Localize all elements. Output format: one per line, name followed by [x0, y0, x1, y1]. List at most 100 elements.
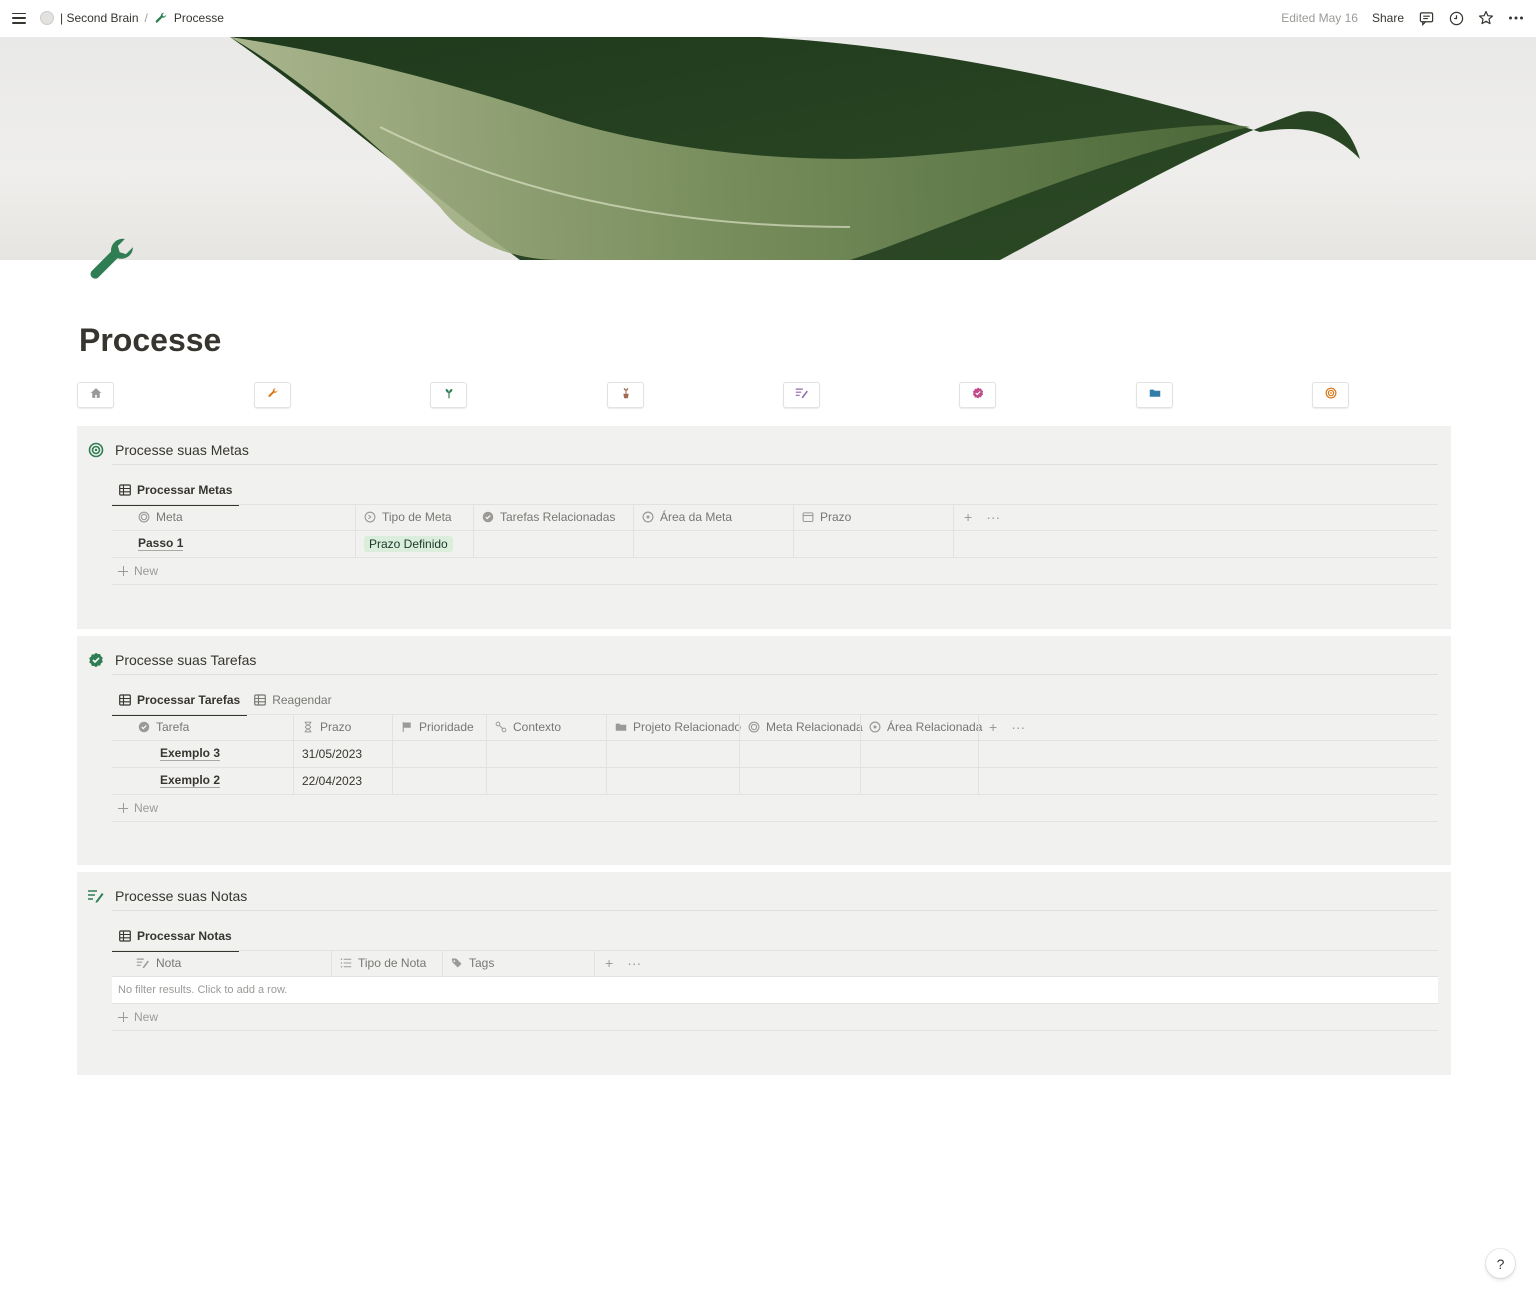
row-title[interactable]: Exemplo 3	[160, 747, 221, 761]
breadcrumb-workspace[interactable]: | Second Brain	[60, 11, 139, 25]
column-header-contexto[interactable]: Contexto	[486, 714, 606, 740]
column-header-meta-relacionada[interactable]: Meta Relacionada	[739, 714, 863, 740]
more-icon[interactable]: ···	[986, 509, 1000, 525]
add-column-icon[interactable]: +	[989, 719, 997, 735]
new-row-button[interactable]: New	[112, 1004, 158, 1030]
new-row-button[interactable]: New	[112, 795, 158, 821]
check-badge-icon	[138, 721, 150, 733]
notes-icon	[136, 957, 150, 969]
more-icon[interactable]: ···	[1011, 719, 1025, 735]
help-button[interactable]: ?	[1486, 1249, 1515, 1278]
tab-processar-metas[interactable]: Processar Metas	[112, 476, 240, 506]
folder-icon	[615, 721, 627, 733]
column-header-prazo[interactable]: Prazo	[293, 714, 392, 740]
table-row[interactable]: Exemplo 3 31/05/2023	[112, 741, 1438, 767]
add-column-icon[interactable]: +	[964, 509, 972, 525]
page-title[interactable]: Processe	[79, 322, 221, 359]
row-title[interactable]: Exemplo 2	[160, 774, 221, 788]
table-row[interactable]: Exemplo 2 22/04/2023	[112, 768, 1438, 794]
new-row-button[interactable]: New	[112, 558, 158, 584]
empty-text: No filter results. Click to add a row.	[118, 984, 288, 996]
column-label: Tipo de Nota	[358, 956, 427, 970]
row-prazo: 31/05/2023	[302, 747, 363, 761]
column-header-prioridade[interactable]: Prioridade	[392, 714, 486, 740]
column-label: Área Relacionada	[887, 720, 983, 734]
column-header-prazo[interactable]: Prazo	[793, 504, 953, 530]
breadcrumb-page[interactable]: Processe	[174, 11, 224, 25]
circle-target-icon	[642, 511, 654, 523]
tarefas-title: Processe suas Tarefas	[115, 652, 257, 668]
tab-reagendar[interactable]: Reagendar	[247, 686, 338, 714]
row-area-cell[interactable]	[860, 768, 978, 794]
notes-button[interactable]	[783, 382, 820, 408]
row-tipo-cell[interactable]: Prazo Definido	[355, 531, 473, 557]
potted-plant-button[interactable]	[607, 382, 644, 408]
check-badge-icon	[482, 511, 494, 523]
notas-view-tabs: Processar Notas	[112, 922, 239, 952]
processe-button[interactable]	[254, 382, 291, 408]
tarefas-button[interactable]	[959, 382, 996, 408]
share-button[interactable]: Share	[1372, 11, 1404, 25]
column-label: Contexto	[513, 720, 562, 734]
table-header: Meta Tipo de Meta Tarefas Relacionadas Á…	[112, 504, 1438, 530]
row-prioridade-cell[interactable]	[392, 741, 486, 767]
tab-processar-tarefas[interactable]: Processar Tarefas	[112, 686, 248, 716]
breadcrumb-separator: /	[144, 11, 148, 25]
column-label: Nota	[156, 956, 182, 970]
notas-title: Processe suas Notas	[115, 888, 248, 904]
navigation-buttons	[0, 382, 1536, 408]
more-icon[interactable]: ···	[627, 955, 641, 971]
column-header-tipo-de-nota[interactable]: Tipo de Nota	[331, 950, 442, 976]
new-label: New	[134, 801, 159, 815]
row-name-cell[interactable]: Passo 1	[112, 531, 355, 557]
empty-table-message[interactable]: No filter results. Click to add a row.	[112, 977, 1438, 1003]
row-title[interactable]: Passo 1	[138, 537, 184, 551]
tarefas-heading: Processe suas Tarefas	[87, 648, 256, 672]
row-area-cell[interactable]	[633, 531, 793, 557]
row-prazo-cell[interactable]	[793, 531, 953, 557]
row-prazo-cell[interactable]: 31/05/2023	[293, 741, 392, 767]
page-wrench-icon[interactable]	[84, 232, 140, 288]
row-projeto-cell[interactable]	[606, 768, 739, 794]
comment-icon[interactable]	[1418, 10, 1434, 26]
plant-button[interactable]	[430, 382, 467, 408]
folder-button[interactable]	[1136, 382, 1173, 408]
column-header-tipo-de-meta[interactable]: Tipo de Meta	[355, 504, 473, 530]
column-header-area-da-meta[interactable]: Área da Meta	[633, 504, 793, 530]
target-icon	[87, 441, 105, 459]
row-prioridade-cell[interactable]	[392, 768, 486, 794]
table-row[interactable]: Passo 1 Prazo Definido	[112, 531, 1438, 557]
column-header-tags[interactable]: Tags	[442, 950, 594, 976]
row-contexto-cell[interactable]	[486, 768, 606, 794]
metas-button[interactable]	[1312, 382, 1349, 408]
column-label: Meta Relacionada	[766, 720, 863, 734]
column-header-projeto-relacionado[interactable]: Projeto Relacionado	[606, 714, 741, 740]
row-meta-cell[interactable]	[739, 741, 860, 767]
tab-processar-notas[interactable]: Processar Notas	[112, 922, 239, 952]
column-header-area-relacionada[interactable]: Área Relacionada	[860, 714, 982, 740]
workspace-icon	[40, 11, 54, 25]
column-header-tarefa[interactable]: Tarefa	[112, 714, 293, 740]
tab-label: Processar Notas	[137, 929, 232, 943]
row-prazo-cell[interactable]: 22/04/2023	[293, 768, 392, 794]
column-header-meta[interactable]: Meta	[112, 504, 355, 530]
row-name-cell[interactable]: Exemplo 2	[112, 768, 293, 794]
row-area-cell[interactable]	[860, 741, 978, 767]
home-button[interactable]	[77, 382, 114, 408]
row-tarefas-cell[interactable]	[473, 531, 633, 557]
add-column-icon[interactable]: +	[605, 955, 613, 971]
hamburger-menu-icon[interactable]	[12, 12, 26, 24]
row-contexto-cell[interactable]	[486, 741, 606, 767]
row-projeto-cell[interactable]	[606, 741, 739, 767]
row-meta-cell[interactable]	[739, 768, 860, 794]
notes-icon	[795, 386, 809, 404]
column-header-nota[interactable]: Nota	[112, 950, 331, 976]
check-badge-icon	[972, 386, 984, 404]
row-prazo: 22/04/2023	[302, 774, 363, 788]
row-name-cell[interactable]: Exemplo 3	[112, 741, 293, 767]
clock-icon[interactable]	[1448, 10, 1464, 26]
column-header-tarefas-relacionadas[interactable]: Tarefas Relacionadas	[473, 504, 633, 530]
cover-image[interactable]	[0, 37, 1536, 260]
more-icon[interactable]	[1508, 10, 1524, 26]
star-icon[interactable]	[1478, 10, 1494, 26]
